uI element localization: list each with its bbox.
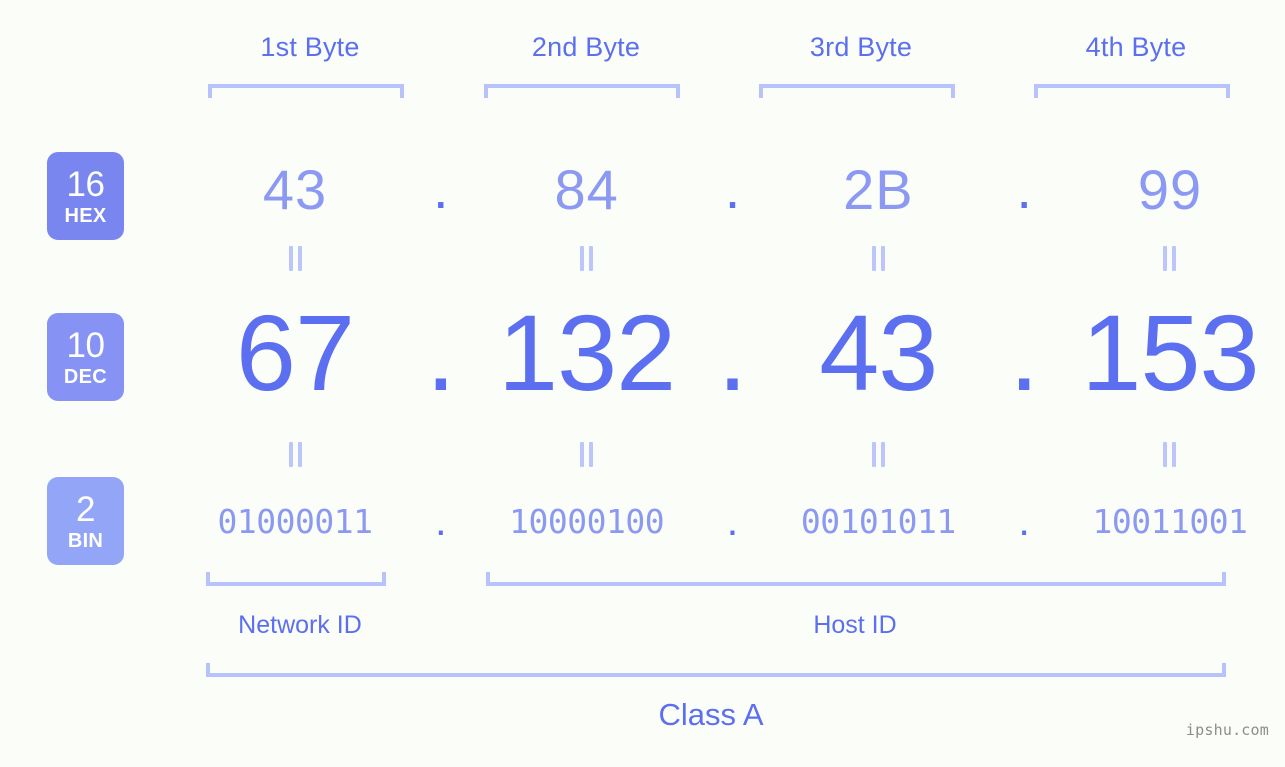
byte-bracket-1 [208, 84, 404, 98]
equals-row-hex-dec [180, 246, 1285, 276]
equals-icon [579, 442, 594, 467]
dec-byte-1: 67 [235, 291, 355, 413]
bin-separator-2: . [726, 497, 739, 545]
hex-value-row: 43 . 84 . 2B . 99 [180, 150, 1285, 228]
dec-byte-3: 43 [819, 291, 938, 413]
hex-separator-2: . [724, 157, 741, 221]
ip-address-breakdown-diagram: 1st Byte 2nd Byte 3rd Byte 4th Byte 16 H… [0, 0, 1285, 767]
base-badge-bin-number: 2 [76, 489, 95, 529]
hex-byte-1: 43 [262, 157, 328, 221]
bin-byte-1: 01000011 [217, 501, 373, 541]
equals-icon [871, 246, 886, 271]
bin-byte-4: 10011001 [1092, 501, 1248, 541]
site-watermark: ipshu.com [1185, 721, 1269, 739]
equals-marker-5 [180, 442, 410, 472]
base-badge-hex-number: 16 [66, 164, 105, 204]
byte-bracket-4 [1034, 84, 1230, 98]
dec-separator-3: . [1009, 291, 1040, 413]
equals-icon [871, 442, 886, 467]
byte-header-2: 2nd Byte [531, 32, 641, 62]
equals-icon [1162, 442, 1177, 467]
dec-byte-2: 132 [498, 291, 676, 413]
equals-marker-4 [1055, 246, 1285, 276]
equals-icon [288, 246, 303, 271]
hex-byte-3: 2B [843, 157, 914, 221]
byte-header-1: 1st Byte [260, 32, 360, 62]
base-badge-dec: 10 DEC [47, 313, 124, 401]
host-id-bracket [486, 572, 1226, 586]
hex-separator-3: . [1016, 157, 1032, 221]
network-id-label: Network ID [238, 611, 362, 639]
equals-icon [579, 246, 594, 271]
dec-byte-4: 153 [1081, 291, 1259, 413]
byte-header-3: 3rd Byte [809, 32, 913, 62]
class-label: Class A [658, 697, 764, 732]
bin-byte-3: 00101011 [800, 501, 956, 541]
equals-marker-7 [763, 442, 993, 472]
host-id-label: Host ID [813, 611, 897, 639]
hex-byte-4: 99 [1137, 157, 1203, 221]
dec-separator-2: . [717, 291, 748, 413]
base-badge-dec-number: 10 [66, 325, 105, 365]
bin-separator-1: . [434, 497, 447, 545]
network-id-bracket [206, 572, 386, 586]
equals-marker-8 [1055, 442, 1285, 472]
bin-separator-3: . [1018, 497, 1030, 545]
hex-separator-1: . [433, 157, 449, 221]
base-badge-hex: 16 HEX [47, 152, 124, 240]
dec-separator-1: . [425, 291, 456, 413]
base-badge-hex-name: HEX [64, 204, 107, 227]
equals-icon [1162, 246, 1177, 271]
dec-value-row: 67 . 132 . 43 . 153 [180, 295, 1285, 410]
byte-header-4: 4th Byte [1085, 32, 1187, 62]
base-badge-dec-name: DEC [63, 365, 108, 388]
byte-bracket-2 [484, 84, 680, 98]
equals-row-dec-bin [180, 442, 1285, 472]
byte-bracket-3 [759, 84, 955, 98]
class-bracket [206, 663, 1226, 677]
hex-byte-2: 84 [554, 157, 619, 221]
equals-marker-2 [472, 246, 702, 276]
equals-icon [288, 442, 303, 467]
bin-byte-2: 10000100 [509, 501, 665, 541]
base-badge-bin: 2 BIN [47, 477, 124, 565]
bin-value-row: 01000011 . 10000100 . 00101011 . 1001100… [180, 500, 1285, 542]
base-badge-bin-name: BIN [67, 529, 104, 552]
equals-marker-6 [472, 442, 702, 472]
equals-marker-3 [763, 246, 993, 276]
equals-marker-1 [180, 246, 410, 276]
